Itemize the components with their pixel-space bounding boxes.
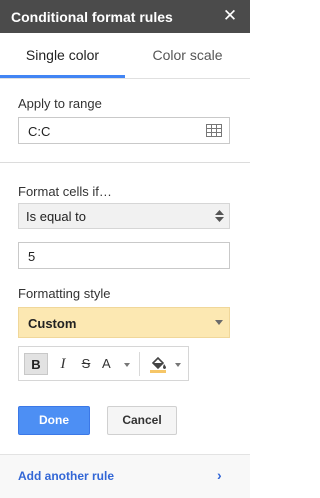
formatting-style-value: Custom [28,316,77,331]
updown-arrows-icon [215,210,224,222]
chevron-right-icon: › [217,467,222,483]
panel-title: Conditional format rules [11,9,173,25]
tab-color-scale[interactable]: Color scale [125,33,250,78]
condition-value-text: 5 [28,249,36,264]
tab-bar: Single color Color scale [0,33,250,79]
formatting-style-select[interactable]: Custom [18,307,230,338]
fill-color-button[interactable] [145,353,183,375]
close-icon[interactable]: ✕ [220,6,240,26]
condition-value-input[interactable]: 5 [18,242,230,269]
caret-down-icon [175,363,181,367]
condition-value: Is equal to [26,209,86,224]
bold-button[interactable]: B [24,353,48,375]
format-cells-label: Format cells if… [18,184,112,199]
add-another-rule-row[interactable]: Add another rule › [0,454,250,498]
toolbar-separator [139,352,140,376]
add-another-rule-label: Add another rule [18,469,115,483]
italic-button[interactable]: I [54,353,72,375]
panel-header: Conditional format rules ✕ [0,0,250,33]
paint-bucket-icon [150,356,166,373]
grid-icon[interactable] [206,124,222,137]
caret-down-icon [215,320,223,325]
formatting-style-label: Formatting style [18,286,111,301]
tab-single-color[interactable]: Single color [0,33,125,78]
text-color-button[interactable]: A [102,353,132,375]
cancel-button[interactable]: Cancel [107,406,177,435]
section-divider [0,162,250,163]
range-input[interactable]: C:C [18,117,230,144]
caret-down-icon [124,363,130,367]
range-value: C:C [28,124,51,139]
text-color-label: A [102,356,111,371]
strikethrough-button[interactable]: S [77,353,95,375]
done-button[interactable]: Done [18,406,90,435]
condition-select[interactable]: Is equal to [18,203,230,229]
format-toolbar: B I S A [18,346,189,381]
apply-to-range-label: Apply to range [18,96,102,111]
active-tab-indicator [0,75,125,78]
